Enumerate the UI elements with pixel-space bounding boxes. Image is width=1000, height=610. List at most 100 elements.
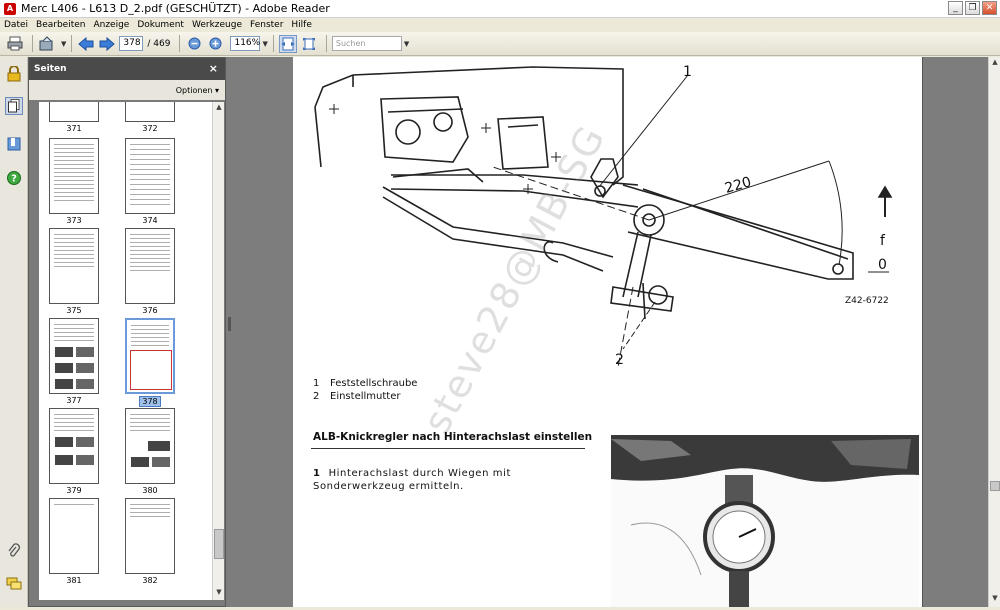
page-number-input[interactable]: 378 (119, 36, 144, 51)
menu-fenster[interactable]: Fenster (249, 20, 284, 30)
close-panel-button[interactable]: × (209, 62, 218, 75)
zoom-input[interactable]: 116% (230, 36, 261, 51)
scroll-up-icon[interactable]: ▲ (990, 58, 1000, 68)
menu-anzeige[interactable]: Anzeige (92, 20, 130, 30)
options-menu[interactable]: Optionen ▾ (29, 80, 225, 100)
page-thumbnail-label: 373 (66, 216, 82, 225)
window-title: Merc L406 - L613 D_2.pdf (GESCHÜTZT) - A… (21, 2, 330, 15)
panel-splitter[interactable] (226, 57, 293, 607)
page-thumbnail[interactable] (49, 228, 99, 304)
arrow-label-f: f (880, 233, 886, 249)
page-thumbnail-label: 372 (142, 124, 158, 133)
title-bar: A Merc L406 - L613 D_2.pdf (GESCHÜTZT) -… (0, 0, 1000, 18)
pages-icon[interactable] (5, 97, 23, 115)
page-thumbnail[interactable] (49, 318, 99, 394)
attachment-icon[interactable] (5, 542, 23, 560)
fit-page-icon[interactable] (300, 35, 318, 53)
search-input[interactable]: Suchen (331, 36, 402, 51)
heading-rule (311, 448, 585, 449)
page-thumbnail[interactable] (49, 408, 99, 484)
section-heading: ALB-Knickregler nach Hinterachslast eins… (313, 431, 593, 443)
step-paragraph: 1 Hinterachslast durch Wiegen mit Sonderw… (313, 467, 583, 493)
page-thumbnail-label: 380 (142, 486, 158, 495)
zoom-out-icon[interactable] (185, 35, 203, 53)
close-button[interactable]: ✕ (982, 1, 997, 15)
lock-icon[interactable] (5, 65, 23, 83)
navigation-rail: ? (0, 57, 28, 607)
menu-dokument[interactable]: Dokument (136, 20, 185, 30)
menu-bearbeiten[interactable]: Bearbeiten (35, 20, 86, 30)
scroll-down-icon[interactable]: ▼ (990, 594, 1000, 604)
print-icon[interactable] (6, 35, 24, 53)
page-thumbnail-label: 376 (142, 306, 158, 315)
arrow-label-0: 0 (878, 257, 887, 273)
pdf-page: 1 2 220 f 0 Z42-6722 steve28@MB-SG 1 Fest… (293, 57, 923, 607)
dimension-220: 220 (723, 174, 753, 197)
page-thumbnail-selected[interactable] (125, 318, 175, 394)
legend-text: Feststellschraube (330, 378, 418, 389)
zoom-dropdown-icon[interactable]: ▼ (262, 40, 267, 48)
gauge-photo (611, 435, 919, 607)
page-thumbnail-label: 381 (66, 576, 82, 585)
pages-panel-title: Seiten (34, 64, 67, 74)
legend-text: Einstellmutter (330, 391, 401, 402)
bookmarks-icon[interactable] (5, 135, 23, 153)
search-dropdown-icon[interactable]: ▼ (404, 40, 409, 48)
legend-item: 2 Einstellmutter (313, 391, 400, 402)
scroll-thumb[interactable] (214, 529, 224, 559)
fit-width-icon[interactable] (278, 34, 297, 53)
scroll-down-icon[interactable]: ▼ (214, 588, 224, 598)
callout-2: 2 (615, 352, 624, 368)
technical-drawing: 1 2 220 f 0 Z42-6722 (314, 64, 893, 368)
page-thumbnail[interactable] (49, 138, 99, 214)
thumbnails-list: 371 372 373 374 375 376 377 378 379 380 … (39, 102, 212, 600)
toolbar-separator (325, 35, 327, 52)
page-thumbnail-label: 382 (142, 576, 158, 585)
figure-id: Z42-6722 (845, 296, 889, 306)
scroll-up-icon[interactable]: ▲ (214, 103, 224, 113)
page-thumbnail-label: 377 (66, 396, 82, 405)
menu-werkzeuge[interactable]: Werkzeuge (191, 20, 243, 30)
minimize-button[interactable]: _ (948, 1, 963, 15)
menu-hilfe[interactable]: Hilfe (290, 20, 312, 30)
collaborate-icon[interactable] (38, 35, 56, 53)
page-thumbnail[interactable] (49, 102, 99, 122)
comments-icon[interactable] (5, 575, 23, 593)
toolbar: ▼ 378 / 469 116% ▼ Suchen ▼ (0, 32, 1000, 56)
step-number: 1 (313, 468, 321, 479)
next-page-icon[interactable] (98, 35, 116, 53)
document-scrollbar[interactable]: ▲ ▼ (988, 57, 1000, 607)
page-thumbnail[interactable] (125, 102, 175, 122)
help-icon[interactable]: ? (5, 169, 23, 187)
page-thumbnail[interactable] (125, 138, 175, 214)
page-thumbnail-label: 371 (66, 124, 82, 133)
page-thumbnail[interactable] (125, 228, 175, 304)
chevron-down-icon[interactable]: ▼ (61, 40, 66, 48)
menu-datei[interactable]: Datei (3, 20, 29, 30)
toolbar-separator (32, 35, 33, 52)
toolbar-separator (71, 35, 73, 52)
scroll-thumb[interactable] (990, 481, 1000, 491)
page-thumbnail-label-selected: 378 (139, 396, 161, 407)
page-thumbnail[interactable] (49, 498, 99, 574)
pages-panel: Seiten × Optionen ▾ 371 372 373 374 375 … (28, 57, 226, 607)
toolbar-separator (179, 35, 181, 52)
svg-text:?: ? (11, 174, 17, 185)
splitter-grip[interactable] (228, 317, 231, 331)
toolbar-separator (272, 35, 274, 52)
zoom-in-icon[interactable] (206, 35, 224, 53)
page-thumbnail-label: 375 (66, 306, 82, 315)
page-thumbnail[interactable] (125, 408, 175, 484)
page-thumbnail-label: 379 (66, 486, 82, 495)
legend-number: 2 (313, 391, 320, 402)
previous-page-icon[interactable] (77, 35, 95, 53)
callout-1: 1 (683, 64, 692, 80)
menu-bar: Datei Bearbeiten Anzeige Dokument Werkze… (0, 18, 1000, 32)
legend-number: 1 (313, 378, 320, 389)
thumbnails-scrollbar[interactable]: ▲ ▼ (212, 102, 224, 600)
page-total: / 469 (147, 38, 171, 49)
pages-panel-header: Seiten × (29, 58, 225, 80)
restore-button[interactable]: ❐ (965, 1, 980, 15)
page-thumbnail[interactable] (125, 498, 175, 574)
document-view: 1 2 220 f 0 Z42-6722 steve28@MB-SG 1 Fest… (293, 57, 988, 607)
